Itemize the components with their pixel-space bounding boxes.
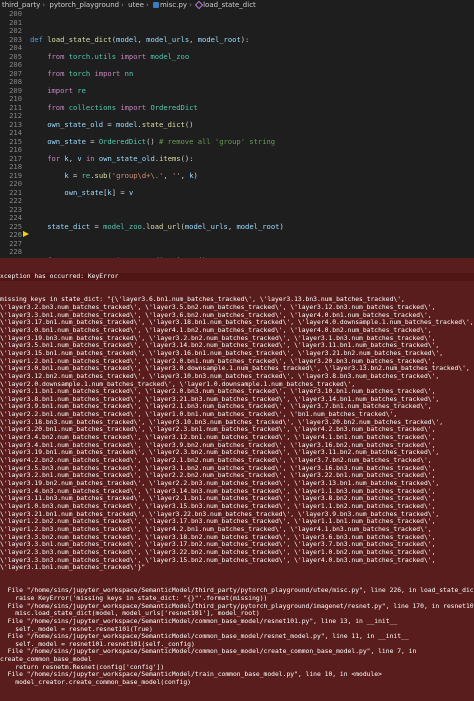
exception-line: \'layer1.0.bn3.num_batches_tracked\', \'… bbox=[0, 503, 436, 510]
exception-line: \'layer3.4.bn3.num_batches_tracked\', \'… bbox=[0, 487, 436, 495]
exception-line: \'layer1.2.bn1.num_batches_tracked\', \'… bbox=[0, 357, 436, 365]
traceback-line: self._model = resnet.resnet101(True) bbox=[0, 625, 153, 633]
traceback-line: File "/home/sins/jupyter_workspace/Seman… bbox=[0, 633, 409, 641]
code-content[interactable]: def load_state_dict(model, model_urls, m… bbox=[30, 10, 474, 258]
traceback-line: create_common_base_model bbox=[0, 656, 92, 664]
exception-line: missing keys in state_dict: "{\'layer3.6… bbox=[0, 296, 405, 304]
code-line: from torch import nn bbox=[47, 68, 134, 78]
exception-line: \'layer3.3.bn1.num_batches_tracked\', \'… bbox=[0, 311, 432, 319]
exception-line: \'layer4.2.bn2.num_batches_tracked\', \'… bbox=[0, 457, 432, 465]
code-line: own_state_old = model.state_dict() bbox=[47, 119, 194, 129]
exception-widget: xception has occurred: KeyError missing … bbox=[0, 258, 474, 701]
traceback-line: self._model = resnet101.resnet101(self._… bbox=[0, 640, 195, 648]
exception-line: \'layer3.17.bn1.num_batches_tracked\', \… bbox=[0, 319, 474, 327]
breadcrumb-item[interactable]: misc.py bbox=[160, 1, 187, 9]
code-line: k = re.sub('group\d+\.', '', k) bbox=[64, 170, 198, 180]
breadcrumb-item[interactable]: pytorch_playground bbox=[49, 1, 119, 9]
traceback-line: File "/home/sins/jupyter_workspace/Seman… bbox=[0, 587, 474, 595]
code-line: for k, v in own_state_old.items(): bbox=[47, 153, 194, 163]
exception-line: \'layer3.2.bn3.num_batches_tracked\', \'… bbox=[0, 303, 436, 311]
traceback-line: File "/home/sins/jupyter_workspace/Seman… bbox=[0, 617, 398, 625]
breadcrumb-item[interactable]: load_state_dict bbox=[203, 1, 256, 9]
exception-line: \'layer1.2.bn3.num_batches_tracked\', \'… bbox=[0, 525, 432, 533]
exception-line: \'layer3.1.bn1.num_batches_tracked\'}" bbox=[0, 564, 146, 572]
exception-line: \'layer3.20.bn1.num_batches_tracked\', \… bbox=[0, 426, 436, 434]
exception-line: \'layer3.8.bn1.num_batches_tracked\', \'… bbox=[0, 395, 440, 403]
traceback-line: raise KeyError('missing keys in state_di… bbox=[0, 594, 268, 602]
exception-line: \'layer3.15.bn1.num_batches_tracked\', \… bbox=[0, 349, 444, 357]
code-line: for name, param in state_dict.items(): bbox=[30, 256, 474, 258]
traceback-line: return resnetm.Resnet(config['config']) bbox=[0, 663, 165, 671]
exception-line: \'layer3.4.bn1.num_batches_tracked\', \'… bbox=[0, 441, 436, 449]
code-line: from collections import OrderedDict bbox=[47, 102, 198, 112]
exception-line: \'layer3.5.bn3.num_batches_tracked\', \'… bbox=[0, 464, 436, 472]
code-line: own_state[k] = v bbox=[64, 187, 134, 197]
breadcrumb-item[interactable]: utee bbox=[128, 1, 144, 9]
exception-line: \'layer3.19.bn2.num_batches_tracked\', \… bbox=[0, 480, 440, 488]
exception-line: \'layer3.21.bn1.num_batches_tracked\', \… bbox=[0, 510, 440, 518]
exception-line: \'layer3.3.bn2.num_batches_tracked\', \'… bbox=[0, 533, 436, 541]
traceback-line: File "/home/sins/jupyter_workspace/Seman… bbox=[0, 602, 474, 610]
exception-line: \'layer2.0.downsample.1.num_batches_trac… bbox=[0, 380, 356, 388]
exception-line: \'layer3.5.bn1.num_batches_tracked\', \'… bbox=[0, 342, 440, 350]
exception-line: \'layer3.11.bn3.num_batches_tracked\', \… bbox=[0, 495, 436, 503]
exception-line: \'layer3.18.bn3.num_batches_tracked\', \… bbox=[0, 418, 444, 426]
code-line: own_state = OrderedDict() # remove all '… bbox=[47, 136, 276, 146]
traceback-line: misc.load_state_dict(model, model_urls['… bbox=[0, 610, 260, 618]
exception-line: \'layer1.2.bn2.num_batches_tracked\', \'… bbox=[0, 518, 436, 526]
exception-line: \'layer3.1.bn1.num_batches_tracked\', \'… bbox=[0, 388, 436, 396]
exception-line: \'layer3.2.bn1.num_batches_tracked\', \'… bbox=[0, 472, 436, 480]
code-line: import re bbox=[47, 85, 86, 95]
exception-line: \'layer3.19.bn3.num_batches_tracked\', \… bbox=[0, 334, 436, 342]
exception-line: \'layer3.19.bn1.num_batches_tracked\', \… bbox=[0, 449, 440, 457]
exception-line: \'layer3.3.bn3.num_batches_tracked\', \'… bbox=[0, 556, 436, 564]
breadcrumb: third_party › pytorch_playground › utee › m… bbox=[0, 0, 474, 10]
exception-title: xception has occurred: KeyError bbox=[0, 273, 474, 281]
exception-line: \'layer2.3.bn3.num_batches_tracked\', \'… bbox=[0, 548, 436, 556]
exception-line: \'layer3.0.bn1.num_batches_tracked\', \'… bbox=[0, 326, 432, 334]
code-line: def load_state_dict(model, model_urls, m… bbox=[30, 34, 250, 44]
exception-message: missing keys in state_dict: "{\'layer3.6… bbox=[0, 296, 474, 572]
chevron-right-icon: › bbox=[145, 1, 149, 9]
line-number: 228 bbox=[9, 247, 22, 256]
traceback-line: File "/home/sins/jupyter_workspace/Seman… bbox=[0, 671, 382, 679]
line-number-gutter: 200 201 202 203 204 205 206 207 208 209 210 211 212 2… bbox=[0, 10, 22, 257]
exception-line: \'layer3.12.bn2.num_batches_tracked\', \… bbox=[0, 372, 440, 380]
code-line: from torch.utils import model_zoo bbox=[47, 51, 190, 61]
exception-line: \'layer2.2.bn1.num_batches_tracked\', \'… bbox=[0, 411, 398, 419]
exception-line: \'layer3.3.bn1.num_batches_tracked\', \'… bbox=[0, 541, 436, 549]
chevron-right-icon: › bbox=[121, 1, 124, 9]
code-line: state_dict = model_zoo.load_url(model_ur… bbox=[47, 221, 284, 231]
current-line-arrow-icon bbox=[23, 231, 29, 237]
traceback-line: model_creator.create_common_base_model(c… bbox=[0, 679, 191, 687]
breadcrumb-item[interactable]: third_party bbox=[2, 1, 40, 9]
chevron-right-icon: › bbox=[42, 1, 46, 9]
python-file-icon bbox=[152, 2, 159, 8]
exception-line: \'layer3.0.bn1.num_batches_tracked\', \'… bbox=[0, 365, 470, 373]
traceback-line: File "/home/sins/jupyter_workspace/Seman… bbox=[0, 648, 417, 656]
exception-line: \'layer3.4.bn2.num_batches_tracked\', \'… bbox=[0, 434, 436, 442]
chevron-right-icon: › bbox=[189, 1, 192, 9]
exception-traceback: File "/home/sins/jupyter_workspace/Seman… bbox=[0, 587, 474, 687]
code-editor[interactable]: 200 201 202 203 204 205 206 207 208 209 210 211 212 2… bbox=[0, 10, 474, 258]
exception-line: \'layer3.9.bn1.num_batches_tracked\', \'… bbox=[0, 403, 432, 411]
